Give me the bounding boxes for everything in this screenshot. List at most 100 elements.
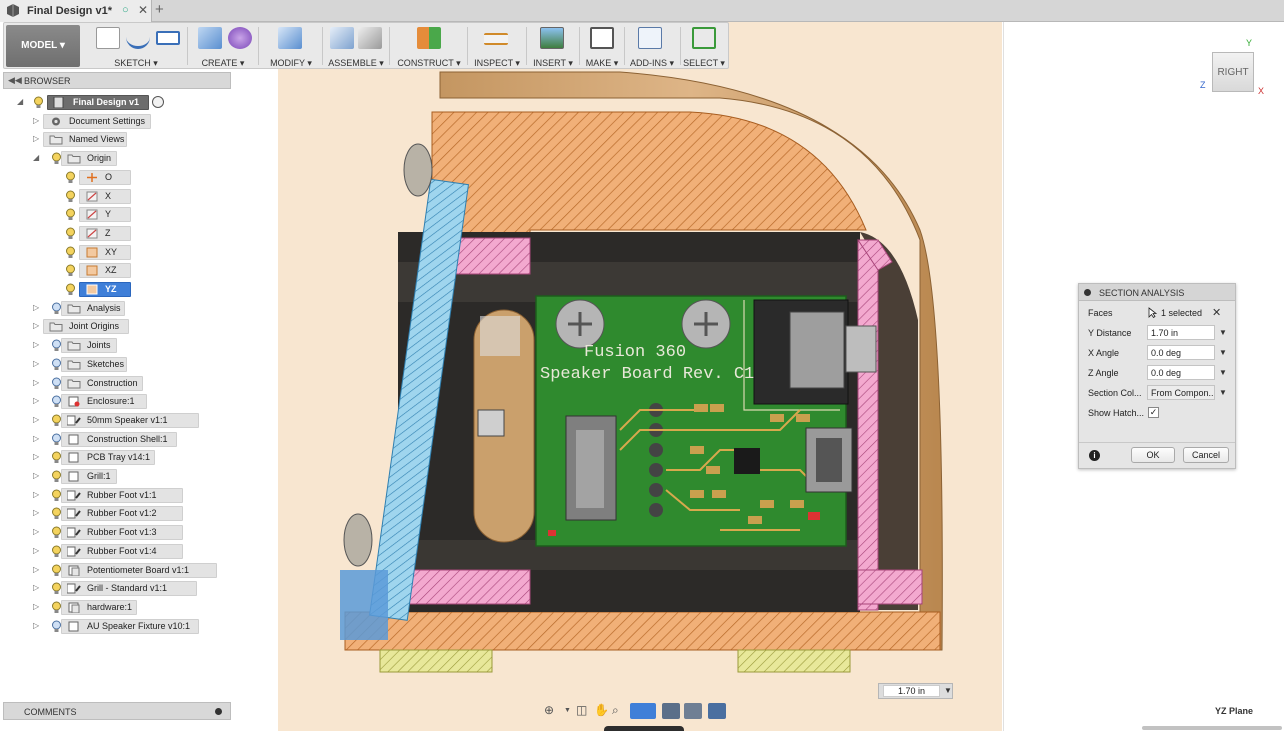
collapsed-arrow-icon[interactable]: ▷ <box>33 434 43 443</box>
tree-node[interactable]: YZ <box>3 281 231 298</box>
inspect-group[interactable]: INSPECT ▾ <box>470 25 524 68</box>
3d-print-icon[interactable] <box>590 27 614 49</box>
tree-node[interactable]: ▷ hardware:1 <box>3 599 231 616</box>
show-hatch-checkbox[interactable]: ✓ <box>1148 407 1159 418</box>
collapsed-arrow-icon[interactable]: ▷ <box>33 527 43 536</box>
add-ins-group[interactable]: ADD-INS ▾ <box>626 25 678 68</box>
make-menu-label[interactable]: MAKE ▾ <box>582 58 622 69</box>
z-angle-input[interactable]: 0.0 deg <box>1147 365 1215 380</box>
collapsed-arrow-icon[interactable]: ▷ <box>33 321 43 330</box>
construct-group[interactable]: CONSTRUCT ▾ <box>393 25 465 68</box>
fit-icon[interactable] <box>630 703 656 719</box>
collapsed-arrow-icon[interactable]: ▷ <box>33 471 43 480</box>
create-sketch-icon[interactable] <box>96 27 120 49</box>
chevron-down-icon[interactable]: ▼ <box>564 707 571 723</box>
comments-panel[interactable]: COMMENTS <box>3 702 231 720</box>
arc-icon[interactable] <box>126 27 150 49</box>
create-menu-label[interactable]: CREATE ▾ <box>190 58 256 69</box>
document-tab[interactable]: Final Design v1* ○ ✕ <box>0 0 152 22</box>
press-pull-icon[interactable] <box>278 27 302 49</box>
form-icon[interactable] <box>228 27 252 49</box>
visibility-bulb-icon[interactable] <box>33 96 44 109</box>
look-at-icon[interactable]: ◫ <box>576 703 592 719</box>
tree-node[interactable]: XY <box>3 244 231 261</box>
expanded-arrow-icon[interactable]: ◢ <box>33 153 43 162</box>
visibility-bulb-icon[interactable] <box>65 264 76 277</box>
tree-node[interactable]: ◢ Origin <box>3 150 231 167</box>
select-group[interactable]: SELECT ▾ <box>682 25 726 68</box>
tree-node[interactable]: ▷ Rubber Foot v1:2 <box>3 505 231 522</box>
assemble-group[interactable]: ASSEMBLE ▾ <box>326 25 386 68</box>
tree-node[interactable]: ▷ Potentiometer Board v1:1 <box>3 562 231 579</box>
collapse-panel-icon[interactable]: ◀◀ <box>8 75 22 86</box>
collapsed-arrow-icon[interactable]: ▷ <box>33 452 43 461</box>
viewports-icon[interactable] <box>708 703 726 719</box>
tree-node[interactable]: ▷ Grill:1 <box>3 468 231 485</box>
collapsed-arrow-icon[interactable]: ▷ <box>33 359 43 368</box>
orbit-icon[interactable]: ⊕ <box>544 703 564 719</box>
expand-arrow-icon[interactable]: ◢ <box>17 97 27 106</box>
y-distance-input[interactable]: 1.70 in <box>1147 325 1215 340</box>
chevron-down-icon[interactable]: ▼ <box>944 686 952 695</box>
activate-component-icon[interactable] <box>152 96 164 108</box>
collapsed-arrow-icon[interactable]: ▷ <box>33 583 43 592</box>
distance-value[interactable]: 1.70 in <box>883 685 940 697</box>
ok-button[interactable]: OK <box>1131 447 1175 463</box>
visibility-bulb-icon[interactable] <box>65 190 76 203</box>
extrude-icon[interactable] <box>198 27 222 49</box>
collapsed-arrow-icon[interactable]: ▷ <box>33 378 43 387</box>
horizontal-scrollbar[interactable] <box>1142 726 1282 730</box>
tree-node[interactable]: ▷ Construction Shell:1 <box>3 431 231 448</box>
pan-icon[interactable]: ✋ <box>594 703 610 719</box>
tree-node[interactable]: ▷ AU Speaker Fixture v10:1 <box>3 618 231 635</box>
visibility-bulb-icon[interactable] <box>65 246 76 259</box>
tree-node[interactable]: ▷ Grill - Standard v1:1 <box>3 580 231 597</box>
visibility-bulb-icon[interactable] <box>65 227 76 240</box>
collapsed-arrow-icon[interactable]: ▷ <box>33 303 43 312</box>
tree-node[interactable]: ▷ Analysis <box>3 300 231 317</box>
sketch-menu-label[interactable]: SKETCH ▾ <box>88 58 184 69</box>
collapsed-arrow-icon[interactable]: ▷ <box>33 134 43 143</box>
chevron-down-icon[interactable]: ▼ <box>1219 388 1227 397</box>
collapsed-arrow-icon[interactable]: ▷ <box>33 340 43 349</box>
insert-group[interactable]: INSERT ▾ <box>528 25 578 68</box>
tree-node[interactable]: ▷ Joints <box>3 337 231 354</box>
tree-node[interactable]: XZ <box>3 262 231 279</box>
cancel-button[interactable]: Cancel <box>1183 447 1229 463</box>
collapsed-arrow-icon[interactable]: ▷ <box>33 546 43 555</box>
distance-manipulator-input[interactable]: 1.70 in ▼ <box>878 683 953 699</box>
grid-settings-icon[interactable] <box>684 703 702 719</box>
viewcube-right-face[interactable]: RIGHT <box>1212 52 1254 92</box>
x-angle-input[interactable]: 0.0 deg <box>1147 345 1215 360</box>
collapsed-arrow-icon[interactable]: ▷ <box>33 602 43 611</box>
tree-node[interactable]: ▷ Named Views <box>3 131 231 148</box>
offset-plane-icon[interactable] <box>417 27 441 49</box>
tree-node[interactable]: ▷ Rubber Foot v1:1 <box>3 487 231 504</box>
construct-menu-label[interactable]: CONSTRUCT ▾ <box>393 58 465 69</box>
tree-node[interactable]: Y <box>3 206 231 223</box>
chevron-down-icon[interactable]: ▼ <box>1219 368 1227 377</box>
display-settings-icon[interactable] <box>662 703 680 719</box>
section-color-select[interactable]: From Compon... <box>1147 385 1215 400</box>
tree-node[interactable]: ▷ Enclosure:1 <box>3 393 231 410</box>
new-tab-button[interactable]: + <box>155 1 164 18</box>
scripts-addins-icon[interactable] <box>638 27 662 49</box>
modify-group[interactable]: MODIFY ▾ <box>262 25 320 68</box>
tree-node[interactable]: ▷ Joint Origins <box>3 318 231 335</box>
tree-node[interactable]: ▷ Rubber Foot v1:4 <box>3 543 231 560</box>
timeline-handle[interactable] <box>604 726 684 731</box>
insert-image-icon[interactable] <box>540 27 564 49</box>
tree-node[interactable]: Z <box>3 225 231 242</box>
zoom-icon[interactable]: ⌕ <box>612 703 628 719</box>
create-group[interactable]: CREATE ▾ <box>190 25 256 68</box>
info-icon[interactable]: i <box>1089 450 1100 461</box>
collapsed-arrow-icon[interactable]: ▷ <box>33 565 43 574</box>
make-group[interactable]: MAKE ▾ <box>582 25 622 68</box>
workspace-switcher-button[interactable]: MODEL ▾ <box>6 25 80 67</box>
view-cube[interactable]: Y Z RIGHT X <box>1196 38 1280 96</box>
tree-node-root[interactable]: ◢ Final Design v1 <box>3 94 231 111</box>
select-icon[interactable] <box>692 27 716 49</box>
tree-node[interactable]: X <box>3 188 231 205</box>
assemble-menu-label[interactable]: ASSEMBLE ▾ <box>326 58 386 69</box>
chevron-down-icon[interactable]: ▼ <box>1219 348 1227 357</box>
